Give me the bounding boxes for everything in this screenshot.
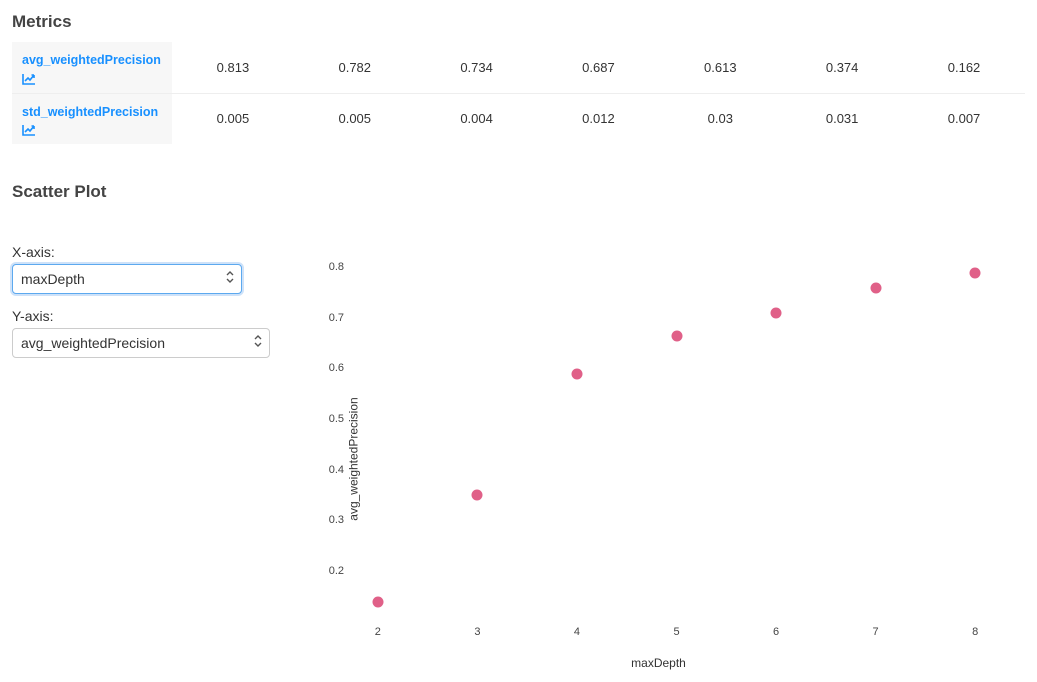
metric-label-cell: std_weightedPrecision [12,93,172,144]
chart-icon[interactable] [22,73,162,85]
metrics-header: Metrics [12,12,1025,32]
x-tick: 8 [972,626,978,638]
metric-value: 0.782 [294,42,416,93]
scatter-point[interactable] [472,489,483,500]
metric-value: 0.005 [294,93,416,144]
x-tick: 7 [873,626,879,638]
chart-x-axis-label: maxDepth [631,656,686,670]
x-tick: 4 [574,626,580,638]
metric-value: 0.007 [903,93,1025,144]
metric-value: 0.687 [538,42,660,93]
metric-value: 0.613 [659,42,781,93]
scatter-point[interactable] [771,307,782,318]
scatter-header: Scatter Plot [12,182,1025,202]
metric-value: 0.03 [659,93,781,144]
y-axis-select[interactable]: avg_weightedPrecision [12,328,270,358]
y-tick: 0.3 [316,514,344,526]
scatter-point[interactable] [571,368,582,379]
metric-value: 0.813 [172,42,294,93]
y-tick: 0.6 [316,362,344,374]
y-tick: 0.8 [316,261,344,273]
x-axis-label: X-axis: [12,244,262,260]
metric-value: 0.031 [781,93,903,144]
scatter-point[interactable] [970,267,981,278]
scatter-point[interactable] [372,596,383,607]
table-row: avg_weightedPrecision 0.8130.7820.7340.68… [12,42,1025,93]
table-row: std_weightedPrecision0.0050.0050.0040.01… [12,93,1025,144]
metric-value: 0.004 [416,93,538,144]
y-tick: 0.5 [316,413,344,425]
metric-link[interactable]: std_weightedPrecision [22,104,162,122]
y-tick: 0.4 [316,464,344,476]
scatter-point[interactable] [671,331,682,342]
x-tick: 6 [773,626,779,638]
metric-value: 0.162 [903,42,1025,93]
x-tick: 5 [673,626,679,638]
y-axis-label: Y-axis: [12,308,262,324]
scatter-point[interactable] [870,283,881,294]
metric-value: 0.734 [416,42,538,93]
metric-link[interactable]: avg_weightedPrecision [22,52,162,70]
y-tick: 0.2 [316,565,344,577]
x-axis-select[interactable]: maxDepth [12,264,242,294]
x-tick: 3 [474,626,480,638]
metrics-table: avg_weightedPrecision 0.8130.7820.7340.68… [12,42,1025,144]
metric-label-cell: avg_weightedPrecision [12,42,172,93]
metric-value: 0.012 [538,93,660,144]
metric-value: 0.005 [172,93,294,144]
metric-value: 0.374 [781,42,903,93]
chart-icon[interactable] [22,124,162,136]
scatter-chart: avg_weightedPrecision 0.20.30.40.50.60.7… [292,244,1025,674]
x-tick: 2 [375,626,381,638]
y-tick: 0.7 [316,312,344,324]
scatter-controls: X-axis: maxDepth Y-axis: avg_weightedPre… [12,244,292,674]
